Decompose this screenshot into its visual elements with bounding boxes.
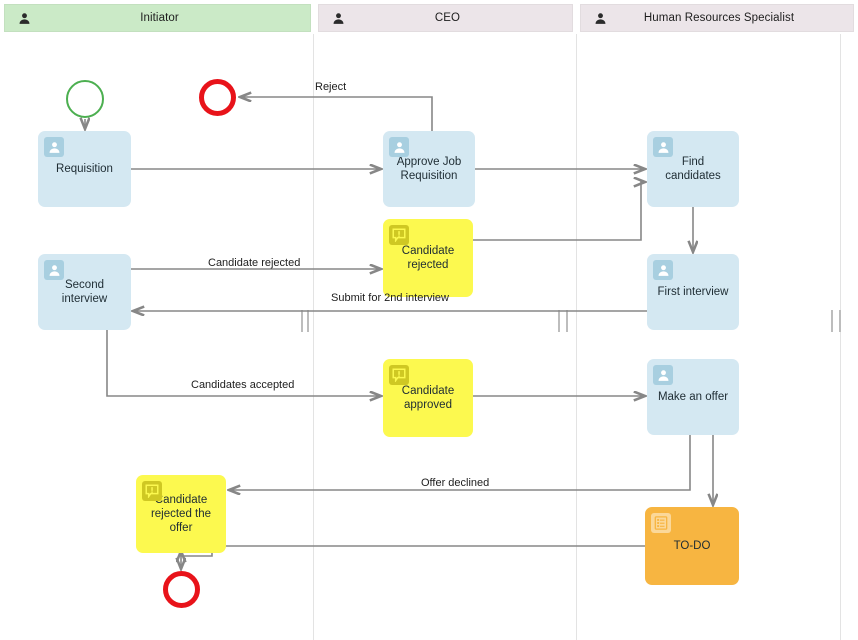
lane-divider-0 (313, 34, 314, 640)
person-icon (44, 137, 64, 157)
task-label: Candidate rejected (401, 245, 455, 271)
task-second-interview[interactable]: Second interview (38, 254, 131, 330)
message-alert-icon (389, 225, 409, 245)
flow-approve-to-end-reject (240, 97, 433, 131)
flow-candidate-rejected-to-find-candidates (473, 182, 645, 241)
task-label: Find candidates (665, 156, 721, 182)
person-icon (389, 137, 409, 157)
task-first-interview[interactable]: First interview (647, 254, 739, 330)
edge-label-offer-declined: Offer declined (421, 477, 490, 489)
task-label: Make an offer (657, 391, 729, 403)
task-candidate-rejected[interactable]: Candidate rejected (383, 219, 473, 297)
task-make-an-offer[interactable]: Make an offer (647, 359, 739, 435)
lane-title-ceo: CEO (434, 12, 461, 24)
start-event[interactable] (66, 80, 104, 118)
person-icon (653, 365, 673, 385)
bpmn-diagram-canvas: Initiator CEO Human Resources Specialist R… (0, 0, 858, 640)
edge-label-submit-for-2nd-interview: Submit for 2nd interview (331, 292, 449, 304)
lane-title-hr: Human Resources Specialist (643, 12, 795, 24)
task-label: TO-DO (673, 540, 711, 552)
lane-divider-stub-2 (558, 310, 560, 332)
task-label: Requisition (56, 163, 113, 175)
lane-divider-stub-3 (566, 310, 568, 332)
person-icon (13, 12, 35, 25)
task-label: Approve Job Requisition (396, 156, 462, 182)
task-candidate-rejected-the-offer[interactable]: Candidate rejected the offer (136, 475, 226, 553)
person-icon (327, 12, 349, 25)
task-to-do[interactable]: TO-DO (645, 507, 739, 585)
lane-header-initiator: Initiator (4, 4, 311, 32)
edge-label-reject: Reject (315, 81, 347, 93)
task-label: Candidate approved (401, 385, 455, 411)
task-candidate-approved[interactable]: Candidate approved (383, 359, 473, 437)
message-alert-icon (389, 365, 409, 385)
lane-divider-stub-5 (839, 310, 841, 332)
task-approve-job-requisition[interactable]: Approve Job Requisition (383, 131, 475, 207)
task-requisition[interactable]: Requisition (38, 131, 131, 207)
task-label: First interview (657, 286, 729, 298)
end-event-offer-declined[interactable] (163, 571, 200, 608)
task-label: Second interview (61, 279, 108, 305)
person-icon (653, 137, 673, 157)
lane-divider-1 (576, 34, 577, 640)
person-icon (589, 12, 611, 25)
edge-label-candidate-rejected: Candidate rejected (208, 257, 301, 269)
checklist-icon (651, 513, 671, 533)
lane-header-hr: Human Resources Specialist (580, 4, 854, 32)
end-event-rejected[interactable] (199, 79, 236, 116)
lane-header-ceo: CEO (318, 4, 573, 32)
person-icon (653, 260, 673, 280)
message-alert-icon (142, 481, 162, 501)
lane-divider-stub-4 (831, 310, 833, 332)
lane-divider-stub-0 (301, 310, 303, 332)
person-icon (44, 260, 64, 280)
edge-label-candidates-accepted: Candidates accepted (191, 379, 295, 391)
lane-title-initiator: Initiator (140, 12, 179, 24)
lane-divider-2 (840, 34, 841, 640)
lane-divider-stub-1 (307, 310, 309, 332)
task-find-candidates[interactable]: Find candidates (647, 131, 739, 207)
